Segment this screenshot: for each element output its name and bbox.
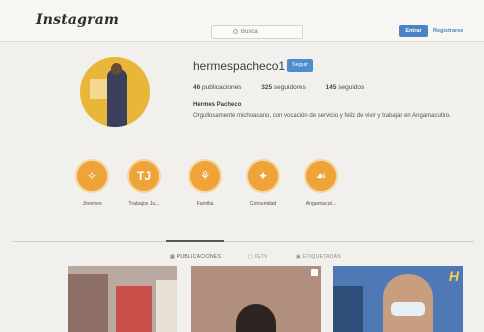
photo-region xyxy=(68,274,108,332)
photo-region xyxy=(156,280,177,332)
logo-mark-icon: H xyxy=(448,268,459,284)
highlight-comunidad[interactable]: ✦ Comunidad xyxy=(233,159,293,207)
followers-number: 325 xyxy=(261,84,273,91)
tab-publicaciones[interactable]: ▦ PUBLICACIONES xyxy=(170,254,221,260)
follow-button[interactable]: Seguir xyxy=(287,59,313,72)
tab-etiquetadas[interactable]: ▣ ETIQUETADAS xyxy=(296,254,341,260)
following-count[interactable]: 145 seguidos xyxy=(326,84,365,91)
highlight-trabajos[interactable]: TJ Trabajos Ju... xyxy=(114,159,174,207)
highlight-trabajos-icon: TJ xyxy=(136,169,151,183)
multiple-photos-icon xyxy=(311,269,318,276)
profile-stats: 46 publicaciones 325 seguidores 145 segu… xyxy=(193,84,382,91)
post-thumbnail-2[interactable] xyxy=(191,266,321,332)
tabs-divider xyxy=(12,241,474,242)
highlight-jovenes-icon: ✧ xyxy=(86,169,98,183)
search-icon xyxy=(233,28,238,34)
highlight-label: Angamacut... xyxy=(305,201,337,207)
top-navigation-bar: Instagram Entrar Registrarse xyxy=(0,0,484,42)
tab-igtv[interactable]: ▢ IGTV xyxy=(248,254,268,260)
highlight-cover: ✦ xyxy=(246,159,280,193)
highlight-label: Comunidad xyxy=(249,201,277,207)
following-number: 145 xyxy=(325,84,337,91)
post-thumbnail-3[interactable]: H xyxy=(333,266,463,332)
followers-label: seguidores xyxy=(273,84,306,91)
highlight-familia-icon: ⚘ xyxy=(199,169,211,183)
tv-icon: ▢ xyxy=(248,254,254,260)
profile-bio: Orgullosamente michoacano, con vocación … xyxy=(193,113,451,119)
posts-label: publicaciones xyxy=(202,84,242,91)
tab-label: IGTV xyxy=(254,254,268,260)
highlight-comunidad-icon: ✦ xyxy=(257,169,269,183)
photo-region xyxy=(236,304,276,332)
search-input[interactable] xyxy=(241,29,281,35)
profile-avatar[interactable] xyxy=(80,57,150,127)
profile-username: hermespacheco1 xyxy=(193,59,286,73)
tab-label: PUBLICACIONES xyxy=(176,254,222,260)
login-button[interactable]: Entrar xyxy=(399,25,428,37)
highlight-label: Trabajos Ju... xyxy=(128,201,160,207)
highlight-angamacutiro-icon: ☙ xyxy=(315,169,327,183)
avatar-person-head xyxy=(111,63,122,75)
followers-count[interactable]: 325 seguidores xyxy=(261,84,305,91)
face-mask-region xyxy=(391,302,425,316)
avatar-poster-text-block xyxy=(90,79,108,99)
grid-icon: ▦ xyxy=(170,254,176,260)
search-box[interactable] xyxy=(211,25,303,39)
highlight-cover: TJ xyxy=(127,159,161,193)
photo-region xyxy=(333,286,363,332)
tag-icon: ▣ xyxy=(296,254,302,260)
highlight-cover: ☙ xyxy=(304,159,338,193)
photo-region xyxy=(116,286,152,332)
highlight-familia[interactable]: ⚘ Familia xyxy=(175,159,235,207)
highlight-cover: ⚘ xyxy=(188,159,222,193)
highlight-label: Jóvenes xyxy=(82,201,102,207)
highlight-cover: ✧ xyxy=(75,159,109,193)
avatar-person-body xyxy=(107,69,127,127)
following-label: seguidos xyxy=(338,84,365,91)
instagram-logo[interactable]: Instagram xyxy=(36,12,119,28)
highlight-angamacutiro[interactable]: ☙ Angamacut... xyxy=(291,159,351,207)
active-tab-indicator xyxy=(166,240,224,242)
posts-number: 46 xyxy=(193,84,201,91)
post-thumbnail-1[interactable] xyxy=(68,266,177,332)
highlight-jovenes[interactable]: ✧ Jóvenes xyxy=(62,159,122,207)
profile-full-name: Hermes Pacheco xyxy=(193,102,242,108)
story-highlights: ✧ Jóvenes TJ Trabajos Ju... ⚘ Familia ✦ … xyxy=(0,159,484,219)
tab-label: ETIQUETADAS xyxy=(302,254,341,260)
register-link[interactable]: Registrarse xyxy=(433,25,463,37)
highlight-label: Familia xyxy=(196,201,214,207)
posts-count: 46 publicaciones xyxy=(193,84,241,91)
